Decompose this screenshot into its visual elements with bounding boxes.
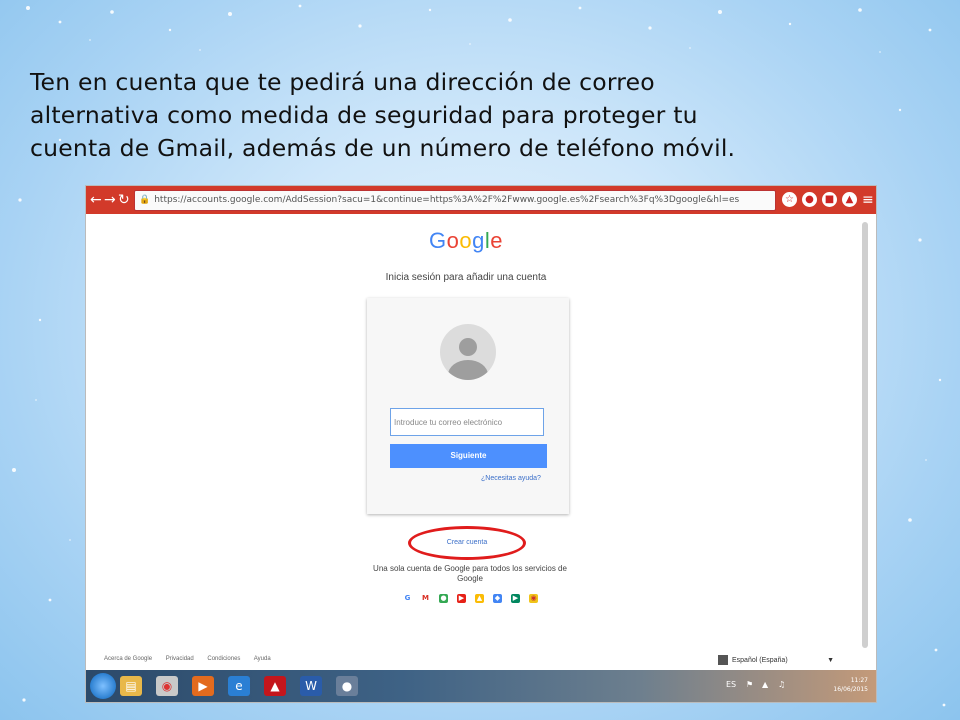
internet-explorer-icon[interactable]: e: [228, 676, 250, 696]
extension-icon[interactable]: ●: [802, 192, 817, 207]
caption-line-3: cuenta de Gmail, además de un número de …: [30, 134, 736, 162]
start-button[interactable]: [90, 673, 116, 699]
google-logo: Google: [428, 228, 503, 253]
scrollbar[interactable]: [862, 222, 868, 648]
one-account-tagline: Una sola cuenta de Google para todos los…: [373, 564, 567, 583]
network-icon[interactable]: ▲: [762, 680, 768, 689]
language-value: Español (España): [732, 657, 788, 664]
address-bar[interactable]: 🔒 https://accounts.google.com/AddSession?…: [134, 190, 776, 211]
google-icon: G: [403, 594, 412, 603]
clock-time: 11:27: [850, 677, 868, 684]
caption-line-1: Ten en cuenta que te pedirá una direcció…: [30, 68, 655, 96]
menu-icon[interactable]: ≡: [862, 191, 874, 209]
chrome-icon: ◉: [529, 594, 538, 603]
google-apps-row: G M ● ▶ ▲ ◆ ▶ ◉: [401, 594, 541, 606]
footer-link[interactable]: Privacidad: [166, 656, 194, 662]
globe-icon: [718, 655, 728, 666]
lock-icon: 🔒: [139, 195, 151, 205]
extension-icon[interactable]: ■: [822, 192, 837, 207]
photos-icon: ◆: [493, 594, 502, 603]
windows-taskbar: ▤ ◉ ▶ e ▲ W ● ES ⚑ ▲ ♫ 11:27 16/06/2015: [86, 670, 876, 702]
help-link[interactable]: ¿Necesitas ayuda?: [481, 475, 541, 482]
star-bookmark-icon[interactable]: ☆: [782, 192, 797, 207]
signin-subtitle: Inicia sesión para añadir una cuenta: [385, 272, 547, 283]
clock[interactable]: 11:27 16/06/2015: [833, 676, 868, 694]
word-icon[interactable]: W: [300, 676, 322, 696]
youtube-icon: ▶: [457, 594, 466, 603]
tray-language[interactable]: ES: [726, 680, 736, 689]
media-player-icon[interactable]: ▶: [192, 676, 214, 696]
chevron-down-icon: ▼: [827, 657, 834, 664]
page-footer: Acerca de Google Privacidad Condiciones …: [104, 656, 283, 662]
acrobat-icon[interactable]: ▲: [264, 676, 286, 696]
volume-icon[interactable]: ♫: [778, 680, 785, 689]
clock-date: 16/06/2015: [833, 686, 868, 693]
email-input[interactable]: Introduce tu correo electrónico: [390, 408, 544, 436]
caption-line-2: alternativa como medida de seguridad par…: [30, 101, 698, 129]
chrome-taskbar-icon[interactable]: ◉: [156, 676, 178, 696]
browser-toolbar: ← → ↻ 🔒 https://accounts.google.com/AddSe…: [86, 186, 876, 214]
url-text: https://accounts.google.com/AddSession?s…: [154, 195, 740, 205]
forward-arrow-icon[interactable]: →: [104, 191, 116, 209]
drive-icon: ▲: [475, 594, 484, 603]
flag-icon[interactable]: ⚑: [746, 680, 753, 689]
caption-text: Ten en cuenta que te pedirá una direcció…: [30, 66, 930, 165]
extension-icon[interactable]: ▲: [842, 192, 857, 207]
paint-icon[interactable]: ●: [336, 676, 358, 696]
play-icon: ▶: [511, 594, 520, 603]
maps-icon: ●: [439, 594, 448, 603]
reload-icon[interactable]: ↻: [118, 191, 130, 209]
browser-screenshot: ← → ↻ 🔒 https://accounts.google.com/AddSe…: [86, 186, 876, 702]
footer-link[interactable]: Acerca de Google: [104, 656, 152, 662]
signin-card: Introduce tu correo electrónico Siguient…: [367, 298, 569, 514]
footer-link[interactable]: Condiciones: [207, 656, 240, 662]
gmail-icon: M: [421, 594, 430, 603]
create-account-link[interactable]: Crear cuenta: [408, 526, 526, 560]
file-explorer-icon[interactable]: ▤: [120, 676, 142, 696]
footer-link[interactable]: Ayuda: [254, 656, 271, 662]
language-select[interactable]: Español (España) ▼: [718, 654, 834, 668]
next-button[interactable]: Siguiente: [390, 444, 547, 468]
back-arrow-icon[interactable]: ←: [90, 191, 102, 209]
avatar-icon: [440, 324, 496, 380]
